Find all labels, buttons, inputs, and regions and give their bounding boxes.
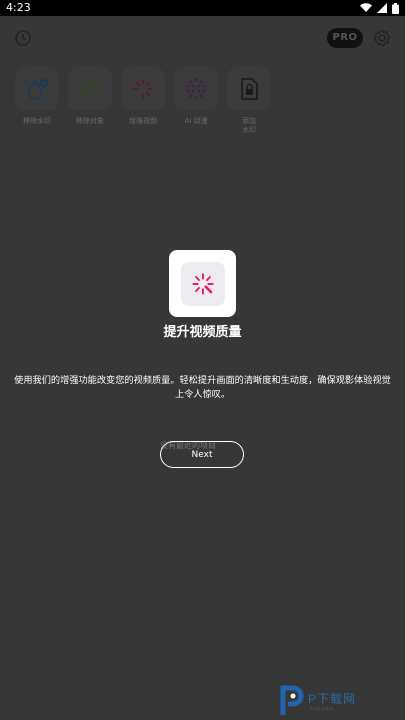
onboarding-icon-card [169,250,236,317]
site-watermark: P下载网 PCDOWN [280,684,404,716]
tool-add-watermark[interactable]: 添加 水印 [224,67,274,147]
tool-label: 增强视频 [129,117,157,125]
wifi-icon [360,3,372,13]
enhance-video-icon [191,272,214,295]
watermark-subtext: PCDOWN [310,706,335,711]
onboarding-title: 提升视频质量 [163,325,242,340]
tool-label: AI 动漫 [184,117,208,125]
p-logo-icon [280,685,304,715]
info-button[interactable] [13,28,33,48]
tool-label: 移除对象 [76,117,104,125]
tools-row: 移除水印 移除对象 增强视频 AI 动漫 添加 水印 [12,67,272,147]
enhance-video-icon [133,79,153,99]
settings-button[interactable] [372,28,392,48]
tool-tile [121,67,165,111]
settings-gear-icon [373,29,391,47]
add-watermark-icon [241,78,258,100]
status-time: 4:23 [6,1,31,14]
tool-tile [68,67,112,111]
tool-remove-object[interactable]: 移除对象 [65,67,115,147]
onboarding-icon-tile [180,261,225,306]
tool-tile [174,67,218,111]
next-button[interactable]: Next [160,441,244,468]
watermark-text: P下载网 [308,692,357,706]
signal-icon [377,3,387,13]
status-icons [360,2,399,14]
tool-enhance-video[interactable]: 增强视频 [118,67,168,147]
object-remove-icon [76,77,102,100]
ai-anime-icon [186,78,206,100]
pro-badge[interactable]: PRO [327,28,363,48]
tool-label: 添加 水印 [242,117,256,134]
tool-remove-watermark[interactable]: 移除水印 [12,67,62,147]
battery-icon [392,2,399,14]
tool-label: 移除水印 [23,117,51,125]
watermark-remove-icon [28,78,49,100]
tool-tile [227,67,271,111]
info-circle-icon [15,30,31,46]
tool-tile [15,67,59,111]
onboarding-description: 使用我们的增强功能改变您的视频质量。轻松提升画面的清晰度和生动度，确保观影体验视… [14,375,391,400]
tool-ai-anime[interactable]: AI 动漫 [171,67,221,147]
status-bar: 4:23 [0,0,405,16]
